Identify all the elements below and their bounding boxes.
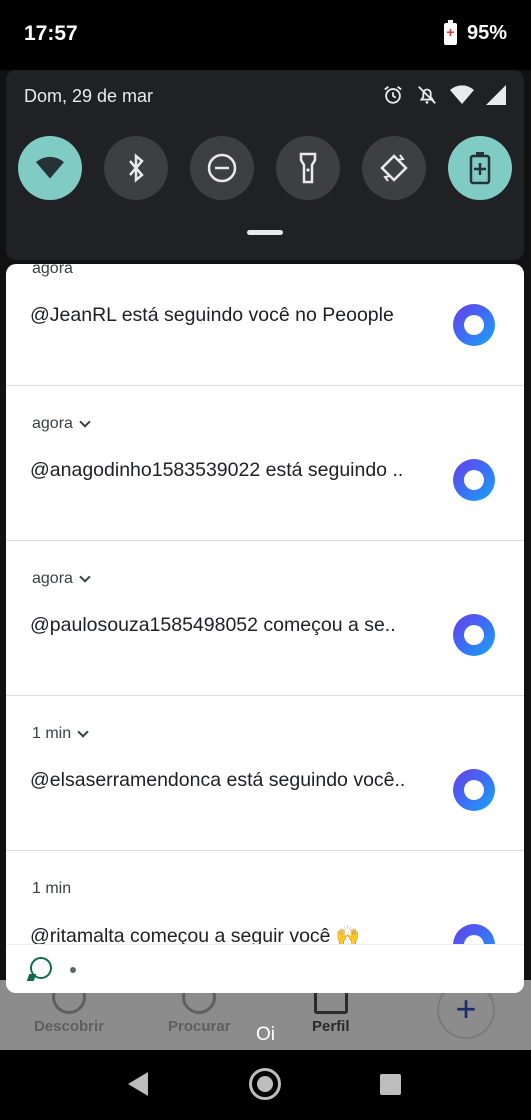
notification-item[interactable]: agora @JeanRL está seguindo você no Peoo… (6, 264, 524, 386)
collapsed-notifications-row[interactable] (6, 944, 524, 993)
notification-text: @paulosouza1585498052 começou a se.. (30, 614, 396, 636)
whatsapp-icon (30, 957, 52, 979)
qs-tiles (18, 136, 512, 200)
system-nav-bar (0, 1050, 531, 1120)
peoople-app-icon (453, 459, 495, 501)
flashlight-icon (299, 152, 317, 184)
bell-off-icon (418, 86, 436, 104)
do-not-disturb-icon (207, 153, 237, 183)
peoople-app-icon (453, 304, 495, 346)
auto-rotate-tile[interactable] (362, 136, 426, 200)
notification-text: @JeanRL está seguindo você no Peoople (30, 304, 394, 326)
battery-saver-icon (469, 152, 491, 185)
notification-text: @ritamalta começou a seguir você 🙌 (30, 925, 361, 944)
notification-list: agora @JeanRL está seguindo você no Peoo… (6, 264, 524, 944)
chevron-down-icon[interactable] (77, 725, 89, 738)
signal-icon (486, 85, 506, 105)
battery-percentage: 95% (466, 22, 507, 44)
qs-date[interactable]: Dom, 29 de mar (24, 86, 153, 107)
notification-time: 1 min (32, 880, 71, 898)
bluetooth-tile[interactable] (104, 136, 168, 200)
time-label: 1 min (32, 880, 72, 897)
qs-indicators (382, 84, 506, 106)
notification-time[interactable]: 1 min (32, 725, 89, 743)
back-icon[interactable] (128, 1072, 148, 1096)
notification-group: agora @JeanRL está seguindo você no Peoo… (6, 264, 524, 993)
peoople-app-icon (453, 924, 495, 944)
peoople-app-icon (453, 614, 495, 656)
wifi-tile[interactable] (18, 136, 82, 200)
status-bar: 17:57 95% (0, 0, 531, 70)
notification-item[interactable]: 1 min @elsaserramendonca está seguindo v… (6, 696, 524, 851)
notification-time[interactable]: agora (32, 415, 91, 433)
time-label: agora (32, 415, 73, 432)
status-time: 17:57 (24, 22, 78, 45)
chevron-down-icon[interactable] (79, 570, 91, 583)
status-right: 95% (443, 19, 507, 45)
notification-text: @anagodinho1583539022 está seguindo .. (30, 459, 404, 481)
chevron-down-icon[interactable] (79, 415, 91, 428)
notification-item[interactable]: agora @anagodinho1583539022 está seguind… (6, 386, 524, 541)
notification-time: agora (32, 264, 73, 278)
time-label: agora (32, 264, 73, 277)
do-not-disturb-tile[interactable] (190, 136, 254, 200)
bluetooth-icon (129, 153, 144, 183)
notification-item[interactable]: 1 min @ritamalta começou a seguir você 🙌 (6, 851, 524, 944)
quick-settings-panel: Dom, 29 de mar (6, 70, 524, 260)
peoople-app-icon (453, 769, 495, 811)
alarm-icon (384, 86, 402, 104)
notification-text: @elsaserramendonca está seguindo você.. (30, 769, 406, 791)
wifi-icon (450, 85, 474, 104)
auto-rotate-icon (380, 154, 408, 182)
overflow-dot-icon (70, 967, 76, 973)
recents-icon[interactable] (380, 1074, 401, 1095)
time-label: 1 min (32, 725, 72, 742)
notification-item[interactable]: agora @paulosouza1585498052 começou a se… (6, 541, 524, 696)
battery-saver-tile[interactable] (448, 136, 512, 200)
home-icon[interactable] (249, 1068, 281, 1100)
toast-message: Oi (256, 1024, 275, 1045)
time-label: agora (32, 570, 73, 587)
qs-expand-handle[interactable] (247, 230, 283, 235)
flashlight-tile[interactable] (276, 136, 340, 200)
wifi-icon (36, 156, 64, 179)
battery-icon (443, 19, 457, 45)
notification-time[interactable]: agora (32, 570, 91, 588)
